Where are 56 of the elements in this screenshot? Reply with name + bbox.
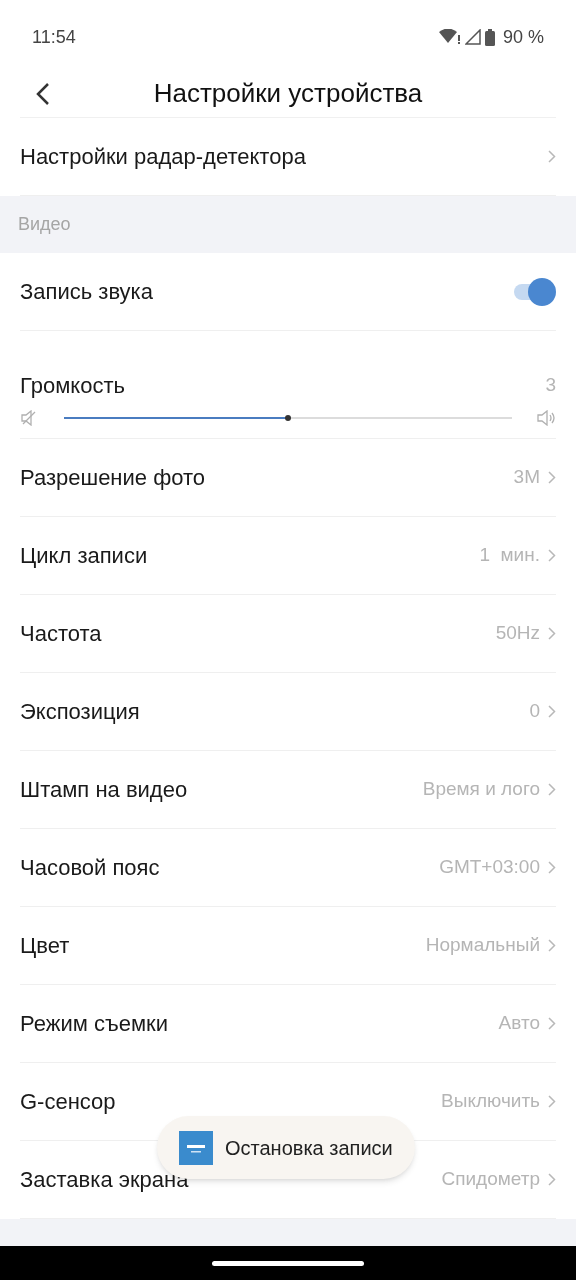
row-value: 3M — [513, 465, 540, 490]
row-label: Частота — [20, 620, 103, 648]
row-label: Штамп на видео — [20, 776, 189, 804]
row-label: Часовой пояс — [20, 854, 161, 882]
chevron-right-icon — [548, 1095, 556, 1108]
toggle-switch[interactable] — [512, 277, 556, 306]
chevron-right-icon — [548, 1173, 556, 1186]
chevron-right-icon — [548, 627, 556, 640]
row-label: Настройки радар-детектора — [20, 143, 307, 171]
row-label: Запись звука — [20, 278, 154, 306]
back-icon[interactable] — [36, 81, 50, 106]
row-value: 0 — [529, 699, 540, 724]
speaker-icon — [536, 410, 556, 426]
chevron-right-icon — [548, 1017, 556, 1030]
settings-row[interactable]: Цикл записи 1 мин. — [20, 517, 556, 595]
row-value: Нормальный — [425, 933, 540, 958]
row-value: GMT+03:00 — [439, 855, 540, 880]
row-label: Разрешение фото — [20, 464, 207, 492]
row-label: Цвет — [20, 932, 71, 960]
battery-icon — [484, 28, 495, 46]
page-title: Настройки устройства — [153, 77, 423, 110]
chevron-right-icon — [548, 861, 556, 874]
row-label: Заставка экрана — [20, 1166, 190, 1194]
status-time: 11:54 — [32, 25, 76, 49]
volume-value: 3 — [545, 373, 556, 398]
row-label: Цикл записи — [20, 542, 149, 570]
volume-slider[interactable] — [64, 413, 512, 423]
settings-row[interactable]: Штамп на видео Время и лого — [20, 751, 556, 829]
section-title: Видео — [18, 213, 71, 236]
row-label: Громкость — [20, 372, 126, 400]
app-logo-icon — [179, 1130, 213, 1165]
settings-row[interactable]: Часовой пояс GMT+03:00 — [20, 829, 556, 907]
settings-row[interactable]: Разрешение фото 3M — [20, 439, 556, 517]
chevron-right-icon — [548, 783, 556, 796]
chevron-right-icon — [548, 549, 556, 562]
settings-row[interactable]: Экспозиция 0 — [20, 673, 556, 751]
signal-icon — [464, 29, 481, 45]
wifi-icon — [438, 29, 461, 45]
chevron-right-icon — [548, 471, 556, 484]
row-value: Выключить — [441, 1089, 540, 1114]
settings-row[interactable]: Частота 50Hz — [20, 595, 556, 673]
row-value: 50Hz — [495, 621, 540, 646]
chevron-right-icon — [548, 939, 556, 952]
chevron-right-icon — [548, 705, 556, 718]
row-value: Спидометр — [441, 1167, 540, 1192]
chevron-right-icon — [548, 150, 556, 163]
row-value: Авто — [498, 1011, 540, 1036]
settings-row[interactable]: Цвет Нормальный — [20, 907, 556, 985]
row-value: 1 мин. — [479, 543, 540, 568]
settings-row[interactable]: Режим съемки Авто — [20, 985, 556, 1063]
row-label: Экспозиция — [20, 698, 141, 726]
row-label: Режим съемки — [20, 1010, 169, 1038]
row-value: Время и лого — [422, 777, 540, 802]
row-label: G-сенсор — [20, 1088, 117, 1116]
home-indicator[interactable] — [212, 1260, 364, 1266]
battery-percent: 90 % — [502, 25, 544, 49]
